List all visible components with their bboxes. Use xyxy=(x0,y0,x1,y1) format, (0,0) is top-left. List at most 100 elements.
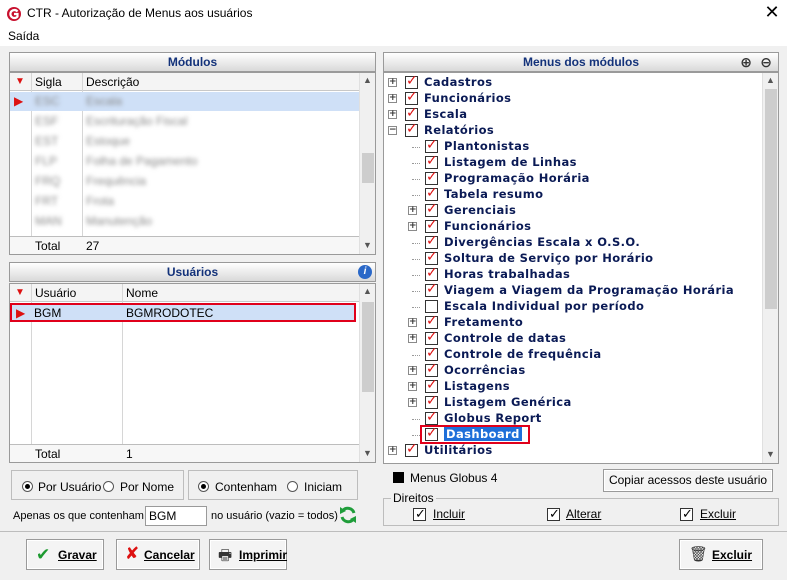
expand-icon[interactable]: + xyxy=(388,110,397,119)
por-usuario-label[interactable]: Por Usuário xyxy=(38,480,101,494)
scroll-thumb[interactable] xyxy=(765,89,777,309)
tree-node[interactable]: + Listagem Genérica xyxy=(384,393,760,411)
table-row[interactable]: ESF Escrituração Fiscal xyxy=(10,112,359,131)
tree-checkbox[interactable] xyxy=(425,313,438,329)
usuarios-scrollbar[interactable]: ▲ ▼ xyxy=(359,284,375,462)
imprimir-button[interactable]: 🖶 Imprimir xyxy=(209,539,287,570)
expand-icon[interactable]: + xyxy=(388,94,397,103)
tree-node[interactable]: + Ocorrências xyxy=(384,361,760,379)
refresh-icon[interactable] xyxy=(338,505,358,525)
por-nome-radio[interactable] xyxy=(103,481,114,492)
tree-node[interactable]: Dashboard xyxy=(384,425,760,444)
col-descricao[interactable]: Descrição xyxy=(86,75,139,89)
tree-checkbox[interactable] xyxy=(425,361,438,377)
alterar-label[interactable]: Alterar xyxy=(566,507,601,521)
table-row[interactable]: EST Estoque xyxy=(10,132,359,151)
table-row[interactable]: FRT Frota xyxy=(10,192,359,211)
tree-node[interactable]: Escala Individual por período xyxy=(384,299,760,315)
gravar-button[interactable]: ✔ Gravar xyxy=(26,539,104,570)
scroll-up-icon[interactable]: ▲ xyxy=(360,284,375,299)
tree-node[interactable]: + Funcionários xyxy=(384,89,760,107)
scroll-up-icon[interactable]: ▲ xyxy=(360,73,375,88)
col-nome[interactable]: Nome xyxy=(126,286,158,300)
tree-node[interactable]: + Controle de datas xyxy=(384,329,760,347)
por-nome-label[interactable]: Por Nome xyxy=(120,480,174,494)
por-usuario-radio[interactable] xyxy=(22,481,33,492)
expand-icon[interactable]: + xyxy=(408,206,417,215)
iniciam-radio[interactable] xyxy=(287,481,298,492)
tree-checkbox[interactable] xyxy=(425,393,438,409)
tree-node[interactable]: + Utilitários xyxy=(384,441,760,459)
tree-node[interactable]: + Listagens xyxy=(384,377,760,395)
tree-checkbox[interactable] xyxy=(425,249,438,265)
tree-checkbox[interactable] xyxy=(405,89,418,105)
cancelar-button[interactable]: ✘ Cancelar xyxy=(116,539,200,570)
contenham-radio[interactable] xyxy=(198,481,209,492)
scroll-thumb[interactable] xyxy=(362,302,374,392)
tree-node[interactable]: Viagem a Viagem da Programação Horária xyxy=(384,281,760,299)
tree-checkbox[interactable] xyxy=(425,265,438,281)
scroll-down-icon[interactable]: ▼ xyxy=(360,446,375,461)
tree-node[interactable]: − Relatórios xyxy=(384,121,760,139)
scroll-down-icon[interactable]: ▼ xyxy=(763,447,778,462)
tree-node[interactable]: + Fretamento xyxy=(384,313,760,331)
tree-checkbox[interactable] xyxy=(425,217,438,233)
excluir-button[interactable]: 🗑 Excluir xyxy=(679,539,763,570)
tree-node[interactable]: + Funcionários xyxy=(384,217,760,235)
tree-checkbox[interactable] xyxy=(405,73,418,89)
expand-icon[interactable]: + xyxy=(408,222,417,231)
tree-checkbox[interactable] xyxy=(425,377,438,393)
filter-input[interactable] xyxy=(145,506,207,526)
tree-node[interactable]: Soltura de Serviço por Horário xyxy=(384,249,760,267)
contenham-label[interactable]: Contenham xyxy=(215,480,277,494)
table-row[interactable]: ▶ BGM BGMRODOTEC xyxy=(10,303,356,322)
expand-icon[interactable]: + xyxy=(388,78,397,87)
tree-checkbox[interactable] xyxy=(425,137,438,153)
tree-scrollbar[interactable]: ▲ ▼ xyxy=(762,73,778,463)
expand-icon[interactable]: + xyxy=(408,398,417,407)
expand-icon[interactable]: + xyxy=(388,446,397,455)
expand-icon[interactable]: + xyxy=(408,334,417,343)
tree-node[interactable]: Divergências Escala x O.S.O. xyxy=(384,233,760,251)
collapse-icon[interactable]: − xyxy=(388,126,397,135)
zoom-in-icon[interactable]: ⊕ xyxy=(740,53,752,71)
table-row[interactable]: FRQ Frequência xyxy=(10,172,359,191)
excluir-checkbox[interactable] xyxy=(680,506,693,522)
tree-checkbox[interactable] xyxy=(425,345,438,361)
tree-checkbox[interactable] xyxy=(425,185,438,201)
tree-node[interactable]: Plantonistas xyxy=(384,137,760,155)
info-icon[interactable]: i xyxy=(358,265,372,279)
scroll-down-icon[interactable]: ▼ xyxy=(360,238,375,253)
incluir-label[interactable]: Incluir xyxy=(433,507,465,521)
menu-item-saida[interactable]: Saída xyxy=(8,29,39,43)
scroll-up-icon[interactable]: ▲ xyxy=(763,73,778,88)
tree-node[interactable]: + Cadastros xyxy=(384,73,760,91)
iniciam-label[interactable]: Iniciam xyxy=(304,480,342,494)
table-row[interactable]: MAN Manutenção xyxy=(10,212,359,231)
tree-checkbox[interactable] xyxy=(425,233,438,249)
incluir-checkbox[interactable] xyxy=(413,506,426,522)
tree-node[interactable]: Tabela resumo xyxy=(384,185,760,203)
tree-checkbox[interactable] xyxy=(425,153,438,169)
tree-node[interactable]: + Escala xyxy=(384,105,760,123)
modulos-scrollbar[interactable]: ▲ ▼ xyxy=(359,73,375,254)
tree-checkbox[interactable] xyxy=(425,201,438,217)
tree-checkbox[interactable] xyxy=(425,409,438,425)
expand-icon[interactable]: + xyxy=(408,318,417,327)
tree-checkbox[interactable] xyxy=(425,169,438,185)
tree-checkbox[interactable] xyxy=(405,105,418,121)
col-usuario[interactable]: Usuário xyxy=(35,286,76,300)
table-row[interactable]: ▶ ESC Escala xyxy=(10,92,359,111)
scroll-thumb[interactable] xyxy=(362,153,374,183)
tree-checkbox[interactable] xyxy=(425,329,438,345)
tree-node[interactable]: Horas trabalhadas xyxy=(384,265,760,283)
tree-checkbox[interactable] xyxy=(425,300,438,313)
tree-node[interactable]: Programação Horária xyxy=(384,169,760,187)
col-sigla[interactable]: Sigla xyxy=(35,75,62,89)
tree-checkbox[interactable] xyxy=(405,121,418,137)
close-button[interactable]: ✕ xyxy=(760,2,784,24)
tree-node[interactable]: + Gerenciais xyxy=(384,201,760,219)
expand-icon[interactable]: + xyxy=(408,382,417,391)
table-row[interactable]: FLP Folha de Pagamento xyxy=(10,152,359,171)
expand-icon[interactable]: + xyxy=(408,366,417,375)
